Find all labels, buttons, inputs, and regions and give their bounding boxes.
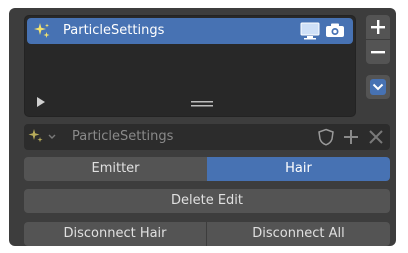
render-camera-icon[interactable] (324, 22, 346, 40)
particle-type-toggle[interactable]: Emitter Hair (24, 157, 390, 181)
list-item-label: ParticleSettings (63, 23, 165, 38)
specials-menu-button[interactable] (366, 75, 390, 99)
plus-icon (371, 20, 385, 34)
monitor-icon[interactable] (300, 22, 320, 40)
unlink-x-icon[interactable] (367, 128, 385, 146)
chevron-down-icon (370, 79, 386, 95)
datablock-browse-icon[interactable] (24, 124, 64, 150)
disconnect-button-row: Disconnect Hair Disconnect All (24, 222, 390, 246)
particle-settings-datablock[interactable]: ParticleSettings (24, 124, 390, 150)
particle-systems-list[interactable]: ParticleSettings (24, 15, 356, 117)
new-datablock-plus-icon[interactable] (342, 128, 360, 146)
fake-user-shield-icon[interactable] (317, 128, 335, 146)
datablock-name[interactable]: ParticleSettings (72, 128, 173, 146)
expand-triangle-icon[interactable] (35, 96, 47, 108)
disconnect-hair-button[interactable]: Disconnect Hair (24, 222, 206, 246)
particle-sparkle-icon (34, 23, 50, 38)
list-item-selected[interactable]: ParticleSettings (27, 18, 353, 44)
delete-edit-button[interactable]: Delete Edit (24, 189, 390, 213)
emitter-option[interactable]: Emitter (24, 157, 207, 181)
add-particle-system-button[interactable] (366, 15, 390, 39)
resize-grip-icon[interactable] (191, 101, 213, 107)
remove-particle-system-button[interactable] (366, 40, 390, 64)
hair-option[interactable]: Hair (207, 157, 390, 181)
minus-icon (371, 51, 385, 54)
disconnect-all-button[interactable]: Disconnect All (207, 222, 390, 246)
